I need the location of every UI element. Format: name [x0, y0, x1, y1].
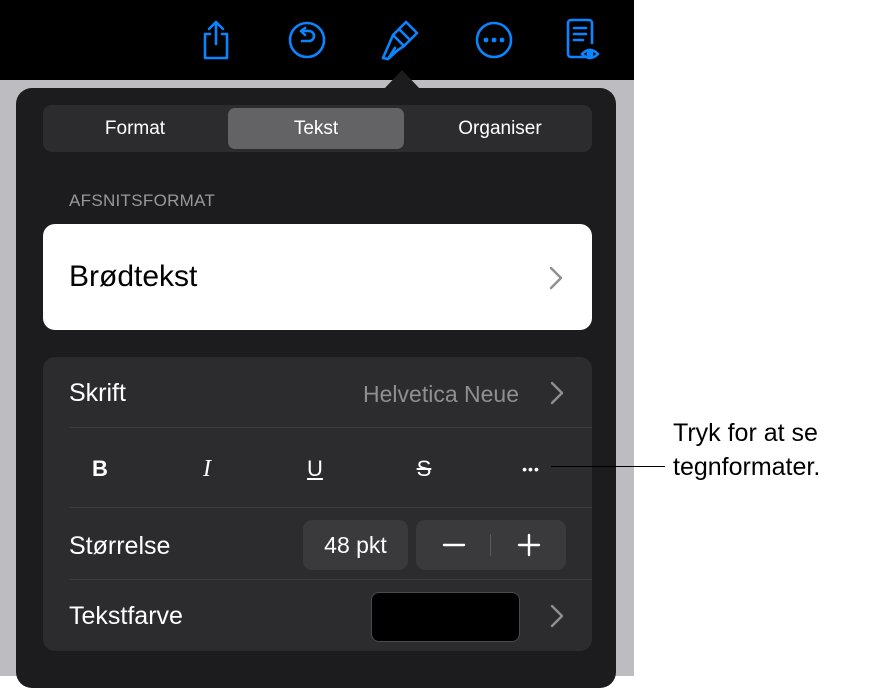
tab-format[interactable]: Format	[47, 108, 223, 149]
text-color-swatch[interactable]	[371, 592, 520, 642]
plus-icon	[517, 533, 540, 557]
toolbar	[0, 0, 634, 80]
tab-tekst[interactable]: Tekst	[228, 108, 404, 149]
undo-icon[interactable]	[284, 14, 330, 66]
bold-button[interactable]: B	[70, 445, 130, 493]
font-value: Helvetica Neue	[363, 381, 519, 407]
text-color-label: Tekstfarve	[69, 602, 183, 630]
separator	[69, 507, 592, 508]
tab-control: Format Tekst Organiser	[43, 105, 592, 152]
paragraph-style-section-title: AFSNITSFORMAT	[69, 191, 216, 210]
underline-button[interactable]: U	[285, 445, 345, 493]
size-label: Størrelse	[69, 532, 171, 560]
paragraph-style-value: Brødtekst	[69, 260, 198, 293]
separator	[69, 427, 592, 428]
italic-button[interactable]: I	[177, 445, 237, 493]
share-icon[interactable]	[193, 14, 239, 66]
callout-text: Tryk for at se tegnformater.	[673, 416, 820, 484]
minus-icon	[442, 543, 465, 547]
callout-line-1: Tryk for at se	[673, 419, 818, 447]
font-size-field[interactable]: 48 pkt	[303, 520, 408, 570]
font-label: Skrift	[69, 379, 126, 407]
paragraph-style-button[interactable]: Brødtekst	[43, 224, 592, 330]
strikethrough-button[interactable]: S	[394, 445, 454, 493]
reader-view-icon[interactable]	[559, 14, 605, 66]
tab-organiser[interactable]: Organiser	[412, 108, 588, 149]
text-settings-group: Skrift Helvetica Neue B I U S ••• Større…	[43, 357, 592, 651]
callout-line-2: tegnformater.	[673, 453, 821, 481]
font-size-stepper	[416, 520, 566, 570]
more-text-options-button[interactable]: •••	[501, 445, 561, 493]
increase-size-button[interactable]	[491, 520, 566, 570]
font-row[interactable]: Skrift Helvetica Neue	[43, 357, 592, 427]
chevron-right-icon	[550, 604, 564, 628]
popover-arrow	[384, 70, 420, 89]
chevron-right-icon	[549, 266, 563, 290]
decrease-size-button[interactable]	[416, 520, 491, 570]
more-icon[interactable]	[471, 14, 517, 66]
chevron-right-icon	[550, 381, 564, 405]
format-brush-icon[interactable]	[377, 14, 423, 66]
callout-line	[551, 466, 665, 467]
